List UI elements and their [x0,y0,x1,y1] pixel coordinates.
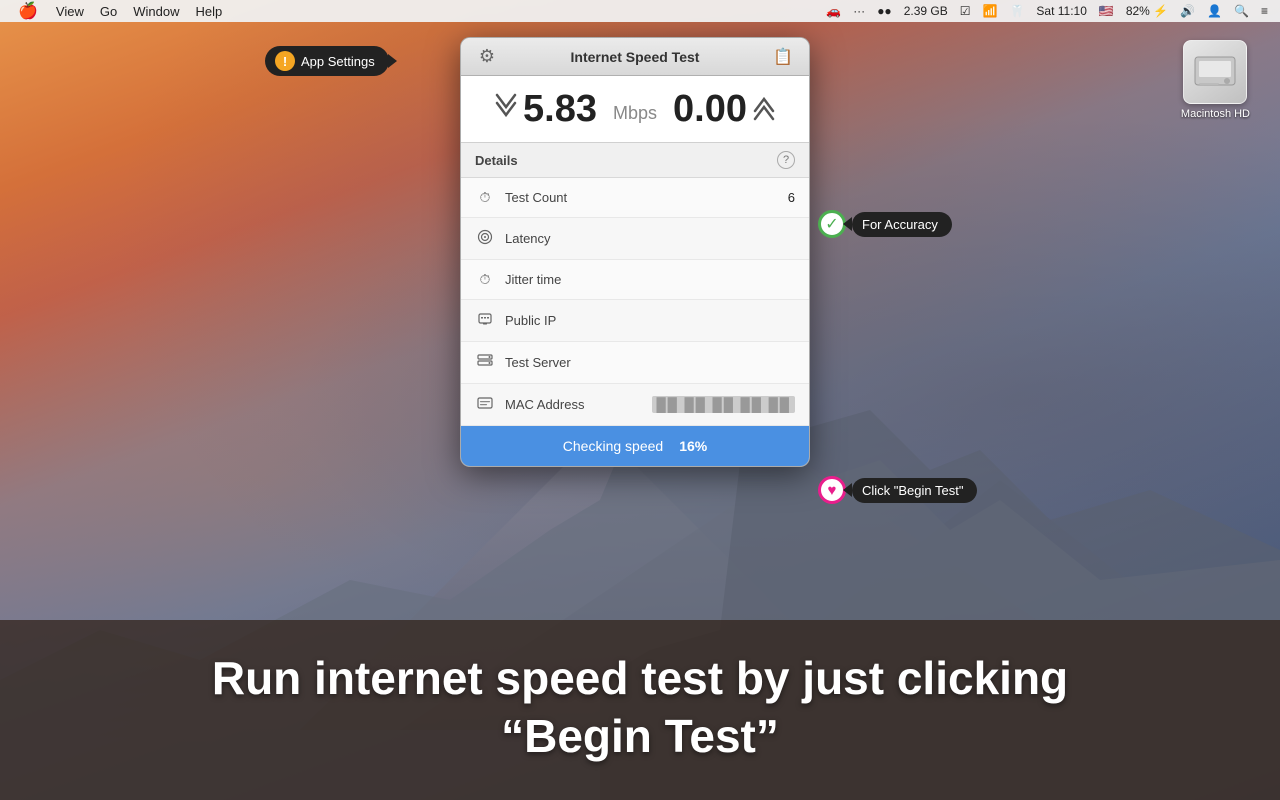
public-ip-icon [475,311,495,330]
test-count-value: 6 [788,190,795,205]
down-arrows-icon [495,93,517,125]
test-count-label: Test Count [505,190,788,205]
mac-address-label: MAC Address [505,397,652,412]
progress-text: Checking speed [563,438,663,454]
jitter-icon: ⏱ [475,271,495,288]
heart-icon: ♥ [818,476,846,504]
accuracy-label: For Accuracy [862,217,938,232]
test-server-label: Test Server [505,355,795,370]
settings-icon[interactable]: ⚙ [473,43,501,71]
test-server-row: Test Server [461,342,809,384]
progress-percent: 16% [679,438,707,454]
details-help-button[interactable]: ? [777,151,795,169]
memory-label: 2.39 GB [900,0,952,22]
dots-icon: ··· [849,0,869,22]
bottom-overlay: Run internet speed test by just clicking… [0,620,1280,800]
search-menubar-icon[interactable]: 🔍 [1230,0,1253,22]
public-ip-label: Public IP [505,313,795,328]
test-count-row: ⏱ Test Count 6 [461,178,809,218]
mac-address-icon [475,395,495,414]
details-header: Details ? [461,143,809,178]
app-panel: ⚙ Internet Speed Test 📋 5.83 Mbps 0.00 [460,37,810,467]
app-settings-pill[interactable]: ! App Settings [265,46,389,76]
bluetooth-icon: 🦷 [1005,0,1028,22]
download-speed-value: 5.83 [523,90,597,128]
list-icon: ≡ [1257,0,1272,22]
menu-go[interactable]: Go [92,0,125,22]
flag-icon: 🇺🇸 [1095,0,1118,22]
test-server-icon [475,353,495,372]
up-arrows-icon [753,93,775,125]
jitter-label: Jitter time [505,272,795,287]
user-icon: 👤 [1203,0,1226,22]
accuracy-callout: ✓ For Accuracy [818,210,952,238]
bottom-text-line2: “Begin Test” [20,708,1260,766]
menubar-left: 🍎 View Go Window Help [8,0,822,22]
macintosh-hd-icon[interactable]: Macintosh HD [1181,40,1250,120]
share-icon[interactable]: 📋 [769,43,797,71]
apple-menu[interactable]: 🍎 [8,0,48,22]
app-settings-callout: ! App Settings [265,46,389,76]
battery-dots: ●● [873,0,896,22]
latency-row: Latency [461,218,809,260]
begin-test-pill: Click "Begin Test" [852,478,977,503]
menubar-right: 🚗 ··· ●● 2.39 GB ☑ 📶 🦷 Sat 11:10 🇺🇸 82% … [822,0,1272,22]
hd-drive-icon [1183,40,1247,104]
wifi-icon: 📶 [978,0,1001,22]
speed-down-section: 5.83 [495,90,597,128]
speed-up-section: 0.00 [673,90,775,128]
menu-view[interactable]: View [48,0,92,22]
mac-address-value: ██ ██ ██ ██ ██ [652,396,795,413]
accuracy-pill: For Accuracy [852,212,952,237]
jitter-row: ⏱ Jitter time [461,260,809,300]
speed-display: 5.83 Mbps 0.00 [461,76,809,143]
test-count-icon: ⏱ [475,189,495,206]
panel-header: ⚙ Internet Speed Test 📋 [461,38,809,76]
speed-unit-label: Mbps [613,103,657,128]
begin-test-label: Click "Begin Test" [862,483,963,498]
volume-icon: 🔊 [1176,0,1199,22]
app-settings-label: App Settings [301,54,375,69]
menubar: 🍎 View Go Window Help 🚗 ··· ●● 2.39 GB ☑… [0,0,1280,22]
public-ip-row: Public IP [461,300,809,342]
time-label: Sat 11:10 [1032,0,1090,22]
begin-test-callout: ♥ Click "Begin Test" [818,476,977,504]
panel-title: Internet Speed Test [501,49,769,65]
menu-window[interactable]: Window [125,0,187,22]
begin-test-button[interactable]: Checking speed 16% [461,426,809,466]
upload-speed-value: 0.00 [673,90,747,128]
battery-label: 82% ⚡ [1122,0,1172,22]
car-icon: 🚗 [822,0,845,22]
check-icon: ✓ [818,210,846,238]
hd-label: Macintosh HD [1181,108,1250,120]
latency-icon [475,229,495,248]
bottom-text-line1: Run internet speed test by just clicking [20,650,1260,708]
mac-address-row: MAC Address ██ ██ ██ ██ ██ [461,384,809,426]
details-title: Details [475,153,518,168]
menu-help[interactable]: Help [187,0,230,22]
latency-label: Latency [505,231,795,246]
warning-icon: ! [275,51,295,71]
clock-icon: ☑ [956,0,975,22]
